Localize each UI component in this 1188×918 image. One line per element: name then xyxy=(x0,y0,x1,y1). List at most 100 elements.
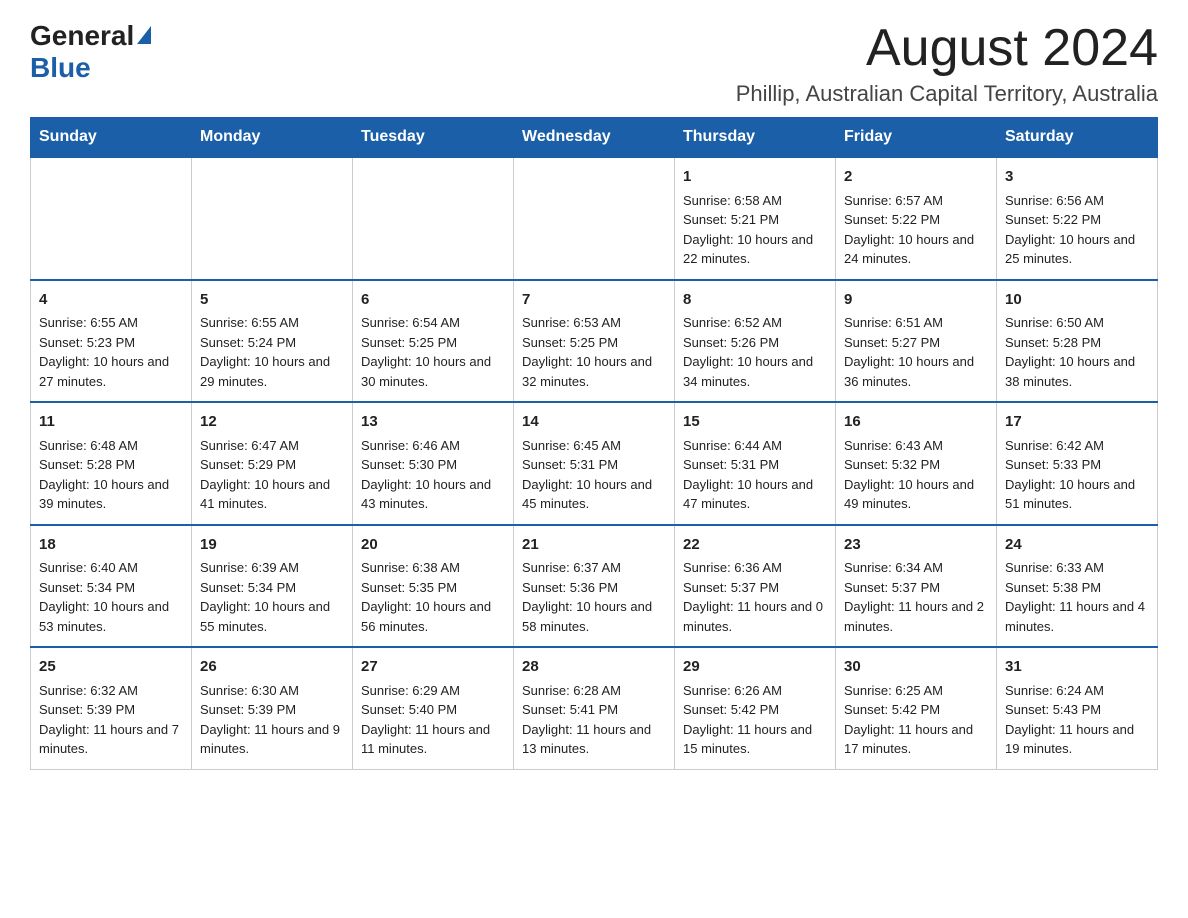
day-info: Sunrise: 6:48 AM Sunset: 5:28 PM Dayligh… xyxy=(39,436,183,514)
calendar-cell: 30Sunrise: 6:25 AM Sunset: 5:42 PM Dayli… xyxy=(836,647,997,769)
day-number: 1 xyxy=(683,166,827,189)
day-number: 14 xyxy=(522,411,666,434)
day-number: 10 xyxy=(1005,289,1149,312)
day-info: Sunrise: 6:53 AM Sunset: 5:25 PM Dayligh… xyxy=(522,313,666,391)
day-number: 8 xyxy=(683,289,827,312)
calendar-cell: 2Sunrise: 6:57 AM Sunset: 5:22 PM Daylig… xyxy=(836,157,997,280)
day-number: 11 xyxy=(39,411,183,434)
day-info: Sunrise: 6:57 AM Sunset: 5:22 PM Dayligh… xyxy=(844,191,988,269)
day-number: 30 xyxy=(844,656,988,679)
day-number: 26 xyxy=(200,656,344,679)
day-number: 25 xyxy=(39,656,183,679)
day-number: 19 xyxy=(200,534,344,557)
logo-general: General xyxy=(30,20,151,52)
calendar-cell xyxy=(31,157,192,280)
calendar-header-thursday: Thursday xyxy=(675,118,836,158)
calendar-header-friday: Friday xyxy=(836,118,997,158)
calendar-cell: 24Sunrise: 6:33 AM Sunset: 5:38 PM Dayli… xyxy=(997,525,1158,648)
calendar-header-wednesday: Wednesday xyxy=(514,118,675,158)
calendar-cell: 21Sunrise: 6:37 AM Sunset: 5:36 PM Dayli… xyxy=(514,525,675,648)
calendar-cell: 1Sunrise: 6:58 AM Sunset: 5:21 PM Daylig… xyxy=(675,157,836,280)
calendar-cell: 14Sunrise: 6:45 AM Sunset: 5:31 PM Dayli… xyxy=(514,402,675,525)
calendar-week-row: 25Sunrise: 6:32 AM Sunset: 5:39 PM Dayli… xyxy=(31,647,1158,769)
calendar-cell: 26Sunrise: 6:30 AM Sunset: 5:39 PM Dayli… xyxy=(192,647,353,769)
day-number: 20 xyxy=(361,534,505,557)
day-number: 3 xyxy=(1005,166,1149,189)
calendar-header-saturday: Saturday xyxy=(997,118,1158,158)
day-info: Sunrise: 6:25 AM Sunset: 5:42 PM Dayligh… xyxy=(844,681,988,759)
calendar-week-row: 18Sunrise: 6:40 AM Sunset: 5:34 PM Dayli… xyxy=(31,525,1158,648)
calendar-cell xyxy=(353,157,514,280)
calendar-cell xyxy=(192,157,353,280)
calendar-cell: 4Sunrise: 6:55 AM Sunset: 5:23 PM Daylig… xyxy=(31,280,192,403)
day-info: Sunrise: 6:47 AM Sunset: 5:29 PM Dayligh… xyxy=(200,436,344,514)
day-info: Sunrise: 6:39 AM Sunset: 5:34 PM Dayligh… xyxy=(200,558,344,636)
location-title: Phillip, Australian Capital Territory, A… xyxy=(736,81,1158,107)
day-number: 7 xyxy=(522,289,666,312)
day-number: 15 xyxy=(683,411,827,434)
header: General Blue August 2024 Phillip, Austra… xyxy=(30,20,1158,107)
calendar-cell: 22Sunrise: 6:36 AM Sunset: 5:37 PM Dayli… xyxy=(675,525,836,648)
calendar-table: SundayMondayTuesdayWednesdayThursdayFrid… xyxy=(30,117,1158,770)
day-info: Sunrise: 6:26 AM Sunset: 5:42 PM Dayligh… xyxy=(683,681,827,759)
calendar-cell: 8Sunrise: 6:52 AM Sunset: 5:26 PM Daylig… xyxy=(675,280,836,403)
day-info: Sunrise: 6:55 AM Sunset: 5:23 PM Dayligh… xyxy=(39,313,183,391)
day-info: Sunrise: 6:40 AM Sunset: 5:34 PM Dayligh… xyxy=(39,558,183,636)
calendar-week-row: 11Sunrise: 6:48 AM Sunset: 5:28 PM Dayli… xyxy=(31,402,1158,525)
calendar-week-row: 1Sunrise: 6:58 AM Sunset: 5:21 PM Daylig… xyxy=(31,157,1158,280)
calendar-cell: 6Sunrise: 6:54 AM Sunset: 5:25 PM Daylig… xyxy=(353,280,514,403)
calendar-cell: 7Sunrise: 6:53 AM Sunset: 5:25 PM Daylig… xyxy=(514,280,675,403)
day-number: 21 xyxy=(522,534,666,557)
day-info: Sunrise: 6:28 AM Sunset: 5:41 PM Dayligh… xyxy=(522,681,666,759)
calendar-cell: 16Sunrise: 6:43 AM Sunset: 5:32 PM Dayli… xyxy=(836,402,997,525)
day-number: 4 xyxy=(39,289,183,312)
day-info: Sunrise: 6:52 AM Sunset: 5:26 PM Dayligh… xyxy=(683,313,827,391)
day-number: 16 xyxy=(844,411,988,434)
day-info: Sunrise: 6:50 AM Sunset: 5:28 PM Dayligh… xyxy=(1005,313,1149,391)
calendar-cell: 29Sunrise: 6:26 AM Sunset: 5:42 PM Dayli… xyxy=(675,647,836,769)
logo-arrow-icon xyxy=(137,26,151,44)
calendar-cell: 25Sunrise: 6:32 AM Sunset: 5:39 PM Dayli… xyxy=(31,647,192,769)
day-number: 23 xyxy=(844,534,988,557)
calendar-cell: 17Sunrise: 6:42 AM Sunset: 5:33 PM Dayli… xyxy=(997,402,1158,525)
calendar-header-sunday: Sunday xyxy=(31,118,192,158)
logo: General Blue xyxy=(30,20,151,84)
calendar-cell: 27Sunrise: 6:29 AM Sunset: 5:40 PM Dayli… xyxy=(353,647,514,769)
calendar-cell: 31Sunrise: 6:24 AM Sunset: 5:43 PM Dayli… xyxy=(997,647,1158,769)
day-info: Sunrise: 6:56 AM Sunset: 5:22 PM Dayligh… xyxy=(1005,191,1149,269)
day-info: Sunrise: 6:34 AM Sunset: 5:37 PM Dayligh… xyxy=(844,558,988,636)
calendar-cell: 5Sunrise: 6:55 AM Sunset: 5:24 PM Daylig… xyxy=(192,280,353,403)
day-info: Sunrise: 6:55 AM Sunset: 5:24 PM Dayligh… xyxy=(200,313,344,391)
day-number: 27 xyxy=(361,656,505,679)
day-info: Sunrise: 6:37 AM Sunset: 5:36 PM Dayligh… xyxy=(522,558,666,636)
calendar-cell: 20Sunrise: 6:38 AM Sunset: 5:35 PM Dayli… xyxy=(353,525,514,648)
day-number: 6 xyxy=(361,289,505,312)
calendar-cell: 10Sunrise: 6:50 AM Sunset: 5:28 PM Dayli… xyxy=(997,280,1158,403)
day-info: Sunrise: 6:30 AM Sunset: 5:39 PM Dayligh… xyxy=(200,681,344,759)
day-number: 18 xyxy=(39,534,183,557)
day-number: 24 xyxy=(1005,534,1149,557)
day-info: Sunrise: 6:24 AM Sunset: 5:43 PM Dayligh… xyxy=(1005,681,1149,759)
day-number: 12 xyxy=(200,411,344,434)
day-info: Sunrise: 6:43 AM Sunset: 5:32 PM Dayligh… xyxy=(844,436,988,514)
day-info: Sunrise: 6:29 AM Sunset: 5:40 PM Dayligh… xyxy=(361,681,505,759)
day-number: 17 xyxy=(1005,411,1149,434)
day-number: 5 xyxy=(200,289,344,312)
calendar-cell: 19Sunrise: 6:39 AM Sunset: 5:34 PM Dayli… xyxy=(192,525,353,648)
calendar-cell: 3Sunrise: 6:56 AM Sunset: 5:22 PM Daylig… xyxy=(997,157,1158,280)
calendar-cell: 18Sunrise: 6:40 AM Sunset: 5:34 PM Dayli… xyxy=(31,525,192,648)
day-info: Sunrise: 6:45 AM Sunset: 5:31 PM Dayligh… xyxy=(522,436,666,514)
calendar-cell: 13Sunrise: 6:46 AM Sunset: 5:30 PM Dayli… xyxy=(353,402,514,525)
day-info: Sunrise: 6:33 AM Sunset: 5:38 PM Dayligh… xyxy=(1005,558,1149,636)
calendar-week-row: 4Sunrise: 6:55 AM Sunset: 5:23 PM Daylig… xyxy=(31,280,1158,403)
title-area: August 2024 Phillip, Australian Capital … xyxy=(736,20,1158,107)
calendar-cell: 15Sunrise: 6:44 AM Sunset: 5:31 PM Dayli… xyxy=(675,402,836,525)
calendar-cell: 28Sunrise: 6:28 AM Sunset: 5:41 PM Dayli… xyxy=(514,647,675,769)
day-info: Sunrise: 6:58 AM Sunset: 5:21 PM Dayligh… xyxy=(683,191,827,269)
day-info: Sunrise: 6:42 AM Sunset: 5:33 PM Dayligh… xyxy=(1005,436,1149,514)
day-info: Sunrise: 6:54 AM Sunset: 5:25 PM Dayligh… xyxy=(361,313,505,391)
calendar-cell: 12Sunrise: 6:47 AM Sunset: 5:29 PM Dayli… xyxy=(192,402,353,525)
day-number: 29 xyxy=(683,656,827,679)
day-info: Sunrise: 6:51 AM Sunset: 5:27 PM Dayligh… xyxy=(844,313,988,391)
calendar-cell: 23Sunrise: 6:34 AM Sunset: 5:37 PM Dayli… xyxy=(836,525,997,648)
